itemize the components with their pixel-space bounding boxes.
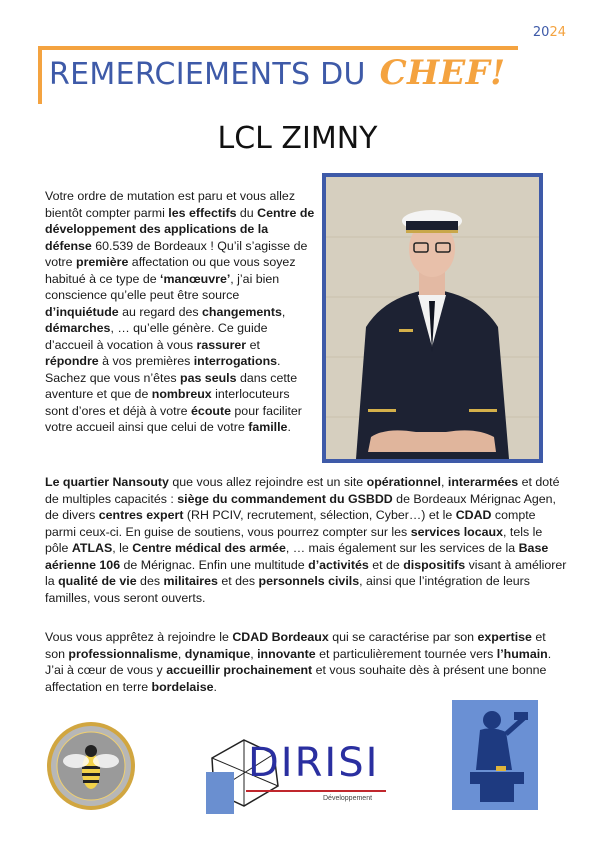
bold-text-run: CDAD Bordeaux (232, 630, 329, 644)
bold-text-run: ATLAS (71, 541, 113, 555)
text-run: et des (217, 574, 259, 588)
bold-text-run: d’activités (308, 557, 369, 572)
bold-text-run: répondre (45, 354, 99, 368)
text-run: de Mérignac. Enfin une multitude (120, 557, 309, 572)
text-run: et de (368, 557, 404, 572)
bee-emblem-icon (47, 722, 135, 810)
paragraph-closing: Vous vous apprêtez à rejoindre le CDAD B… (45, 629, 567, 695)
bold-text-run: d’inquiétude (45, 304, 119, 319)
author-name: LCL ZIMNY (217, 121, 378, 156)
text-run: , (177, 646, 185, 661)
paragraph-intro: Votre ordre de mutation est paru et vous… (45, 188, 315, 436)
bold-text-run: dynamique (184, 646, 251, 661)
bold-text-run: les effectifs (168, 205, 237, 220)
bold-text-run: professionnalisme (68, 646, 178, 661)
bold-text-run: Centre médical des armée (132, 541, 286, 555)
bold-text-run: l’humain (496, 646, 548, 661)
statue-small-icon (206, 772, 234, 814)
bold-text-run: personnels civils (258, 574, 360, 588)
title-frame-top (38, 46, 518, 50)
bold-text-run: accueillir prochainement (166, 663, 313, 677)
bold-text-run: changements (202, 304, 282, 319)
bold-text-run: centres expert (98, 508, 184, 522)
title-main: REMERCIEMENTS DU (49, 57, 366, 92)
blacksmith-statue-icon (452, 700, 538, 810)
bold-text-run: écoute (191, 403, 231, 418)
title-accent: CHEF! (379, 53, 506, 93)
text-run: , (281, 304, 286, 319)
text-run: à vos premières (98, 354, 194, 368)
text-run: et particulièrement tournée vers (315, 646, 497, 661)
text-run: et (246, 337, 260, 352)
bold-text-run: première (76, 255, 129, 269)
bold-text-run: services locaux (410, 524, 503, 539)
bold-text-run: qualité de vie (58, 574, 137, 588)
bold-text-run: expertise (477, 630, 532, 644)
bold-text-run: nombreux (151, 387, 212, 401)
dirisi-subtitle: Développement (323, 795, 373, 802)
bold-text-run: innovante (257, 646, 316, 661)
text-run: (RH PCIV, recrutement, sélection, Cyber…… (183, 508, 456, 522)
bold-text-run: démarches (45, 321, 111, 335)
text-run: du (236, 205, 258, 220)
text-run: . (213, 679, 217, 694)
bold-text-run: dispositifs (403, 557, 466, 572)
bold-text-run: Le quartier Nansouty (45, 475, 169, 489)
text-run: , (440, 475, 448, 489)
bold-text-run: opérationnel (366, 475, 441, 489)
bold-text-run: siège du commandement du GSBDD (177, 491, 393, 506)
bold-text-run: ‘manœuvre’ (160, 271, 231, 286)
text-run: , … mais également sur les services de l… (285, 541, 519, 555)
text-run: , le (112, 541, 133, 555)
text-run: . (287, 420, 291, 434)
bold-text-run: bordelaise (151, 679, 214, 694)
bold-text-run: militaires (163, 574, 218, 588)
page-title: REMERCIEMENTS DU CHEF! (49, 53, 505, 93)
text-run: qui se caractérise par son (328, 630, 478, 644)
bold-text-run: interrogations (193, 354, 278, 368)
portrait-photo (322, 173, 543, 463)
text-run: des (136, 574, 164, 588)
dirisi-underline (246, 790, 386, 792)
bold-text-run: famille (248, 420, 288, 434)
bold-text-run: pas seuls (180, 370, 237, 385)
bold-text-run: CDAD (455, 508, 492, 522)
year-label: 2024 (532, 25, 566, 40)
bold-text-run: interarmées (447, 475, 519, 489)
text-run: Vous vous apprêtez à rejoindre le (45, 630, 233, 644)
text-run: que vous allez rejoindre est un site (168, 475, 367, 489)
dirisi-wordmark: DIRISI (248, 740, 380, 786)
bold-text-run: rassurer (196, 337, 247, 352)
title-frame-left (38, 46, 42, 104)
text-run: au regard des (118, 304, 203, 319)
paragraph-site: Le quartier Nansouty que vous allez rejo… (45, 474, 567, 606)
officer-portrait-illustration (326, 177, 539, 459)
